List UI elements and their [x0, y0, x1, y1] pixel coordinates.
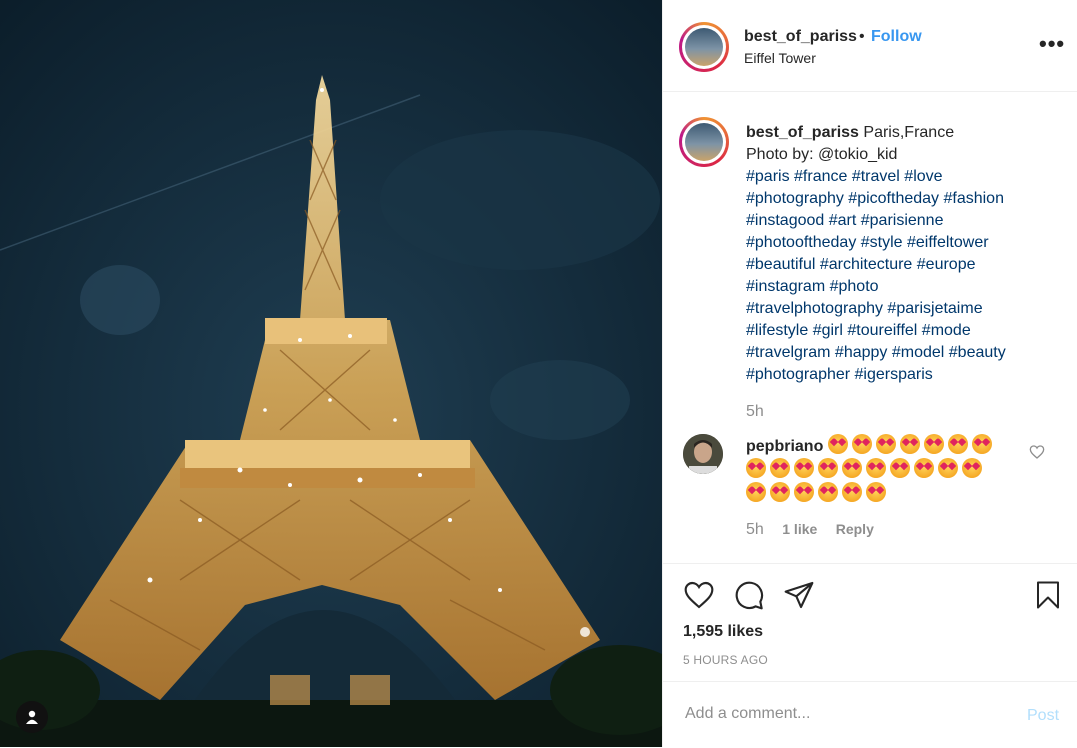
heart-eyes-emoji	[842, 482, 862, 502]
heart-eyes-emoji	[971, 434, 992, 454]
likes-count[interactable]: 1,595 likes	[683, 623, 763, 641]
comment: pepbriano	[746, 434, 1016, 506]
hashtag-line[interactable]: #lifestyle #girl #toureiffel #mode	[746, 320, 1066, 342]
post-photo[interactable]	[0, 0, 662, 747]
comment-input[interactable]	[683, 704, 997, 724]
post-details-panel: best_of_pariss • Follow Eiffel Tower •••…	[662, 0, 1077, 747]
hashtag-line[interactable]: #photooftheday #style #eiffeltower	[746, 232, 1066, 254]
reply-button[interactable]: Reply	[836, 521, 874, 537]
heart-eyes-emoji	[914, 458, 934, 478]
follow-button[interactable]: Follow	[871, 28, 922, 46]
heart-eyes-emoji	[866, 482, 886, 502]
comment-icon[interactable]	[733, 579, 765, 611]
hashtag-line[interactable]: #instagood #art #parisienne	[746, 210, 1066, 232]
comment-meta: 5h 1 like Reply	[746, 521, 888, 539]
caption-username[interactable]: best_of_pariss	[746, 124, 859, 141]
heart-eyes-emoji	[827, 434, 848, 454]
hashtag-line[interactable]: #travelphotography #parisjetaime	[746, 298, 1066, 320]
comment-timestamp: 5h	[746, 521, 764, 538]
author-username[interactable]: best_of_pariss	[744, 28, 857, 46]
heart-eyes-emoji	[875, 434, 896, 454]
heart-eyes-emoji	[947, 434, 968, 454]
hashtag-line[interactable]: #paris #france #travel #love	[746, 166, 1066, 188]
heart-eyes-emoji	[890, 458, 910, 478]
add-comment-bar: Post	[663, 681, 1077, 748]
heart-eyes-emoji	[770, 482, 790, 502]
heart-eyes-emoji	[899, 434, 920, 454]
heart-eyes-emoji	[842, 458, 862, 478]
commenter-avatar[interactable]	[683, 434, 723, 474]
heart-eyes-emoji	[866, 458, 886, 478]
author-avatar[interactable]	[679, 22, 729, 72]
comment-likes[interactable]: 1 like	[782, 521, 817, 537]
post-header: best_of_pariss • Follow Eiffel Tower •••	[663, 0, 1077, 92]
more-options-icon[interactable]: •••	[1039, 33, 1065, 55]
heart-eyes-emoji	[746, 482, 766, 502]
share-icon[interactable]	[783, 579, 815, 611]
caption-line-credit: Photo by: @tokio_kid	[746, 146, 898, 163]
heart-eyes-emoji	[770, 458, 790, 478]
heart-eyes-emoji	[746, 458, 766, 478]
person-icon	[26, 710, 38, 724]
hashtag-line[interactable]: #instagram #photo	[746, 276, 1066, 298]
heart-eyes-emoji	[794, 482, 814, 502]
hashtag-line[interactable]: #travelgram #happy #model #beauty	[746, 342, 1066, 364]
heart-eyes-emoji	[818, 458, 838, 478]
location-link[interactable]: Eiffel Tower	[744, 50, 816, 66]
hashtag-line[interactable]: #photographer #igersparis	[746, 364, 1066, 386]
heart-eyes-emoji	[923, 434, 944, 454]
bookmark-icon[interactable]	[1033, 579, 1063, 611]
tagged-user-icon[interactable]	[16, 701, 48, 733]
commenter-username[interactable]: pepbriano	[746, 438, 823, 455]
heart-eyes-emoji	[818, 482, 838, 502]
like-comment-heart-icon[interactable]	[1029, 444, 1045, 460]
hashtag-line[interactable]: #beautiful #architecture #europe	[746, 254, 1066, 276]
post-caption: best_of_pariss Paris,France Photo by: @t…	[746, 122, 1066, 386]
caption-avatar[interactable]	[679, 117, 729, 167]
caption-timestamp: 5h	[746, 403, 764, 420]
heart-icon[interactable]	[683, 579, 715, 611]
heart-eyes-emoji	[962, 458, 982, 478]
eiffel-tower-image	[0, 0, 662, 747]
hashtag-line[interactable]: #photography #picoftheday #fashion	[746, 188, 1066, 210]
post-comment-button[interactable]: Post	[1027, 707, 1059, 725]
heart-eyes-emoji	[851, 434, 872, 454]
separator-dot: •	[859, 28, 865, 45]
post-timestamp: 5 HOURS AGO	[683, 653, 768, 667]
post-actions: 1,595 likes 5 HOURS AGO	[663, 563, 1077, 682]
heart-eyes-emoji	[794, 458, 814, 478]
caption-line-location: Paris,France	[863, 124, 955, 141]
heart-eyes-emoji	[938, 458, 958, 478]
